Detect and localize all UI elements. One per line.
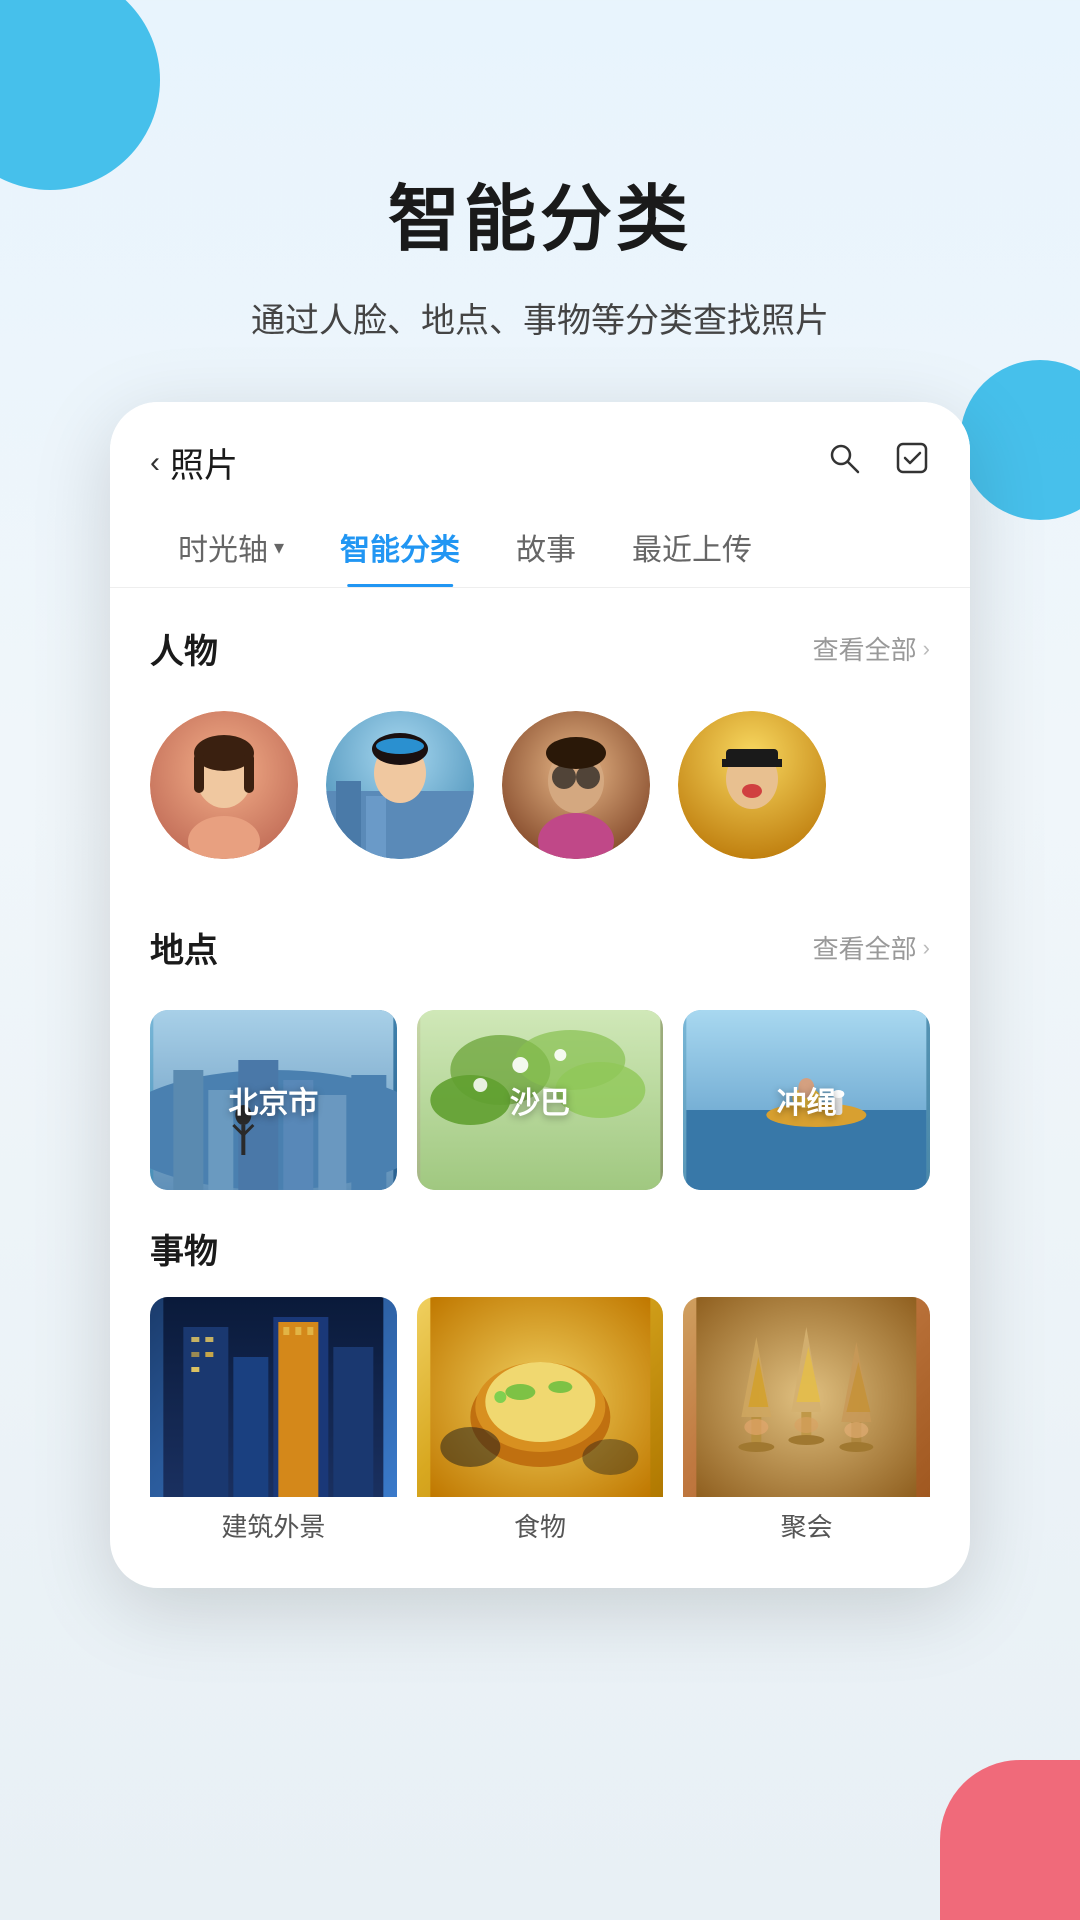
header-area: 智能分类 通过人脸、地点、事物等分类查找照片 <box>0 0 1080 402</box>
tab-smart-classify-label: 智能分类 <box>340 534 460 567</box>
tab-story[interactable]: 故事 <box>488 507 604 587</box>
place-label-okinawa: 冲绳 <box>777 1078 837 1122</box>
place-label-shaba: 沙巴 <box>510 1078 570 1122</box>
places-section-title: 地点 <box>150 923 218 972</box>
phone-mockup: ‹ 照片 时光轴 ▾ <box>110 402 970 1588</box>
app-bar-title: 照片 <box>170 438 238 487</box>
bg-decoration-coral-bottom <box>940 1760 1080 1920</box>
tabs-bar: 时光轴 ▾ 智能分类 故事 最近上传 <box>110 507 970 588</box>
things-grid: 建筑外景 <box>110 1297 970 1548</box>
tab-story-label: 故事 <box>516 534 576 567</box>
tab-recent-upload[interactable]: 最近上传 <box>604 507 780 587</box>
people-section-title: 人物 <box>150 624 218 673</box>
people-avatars-row <box>110 711 970 887</box>
avatar-1[interactable] <box>150 711 298 859</box>
back-chevron-icon: ‹ <box>150 446 160 480</box>
app-bar-actions <box>826 440 930 485</box>
people-view-all-label: 查看全部 <box>813 630 917 667</box>
thing-card-architecture-img <box>150 1297 397 1497</box>
people-section-title-row: 人物 查看全部 › <box>150 624 930 673</box>
places-grid: 北京市 沙巴 <box>110 1010 970 1200</box>
tab-timeline-label: 时光轴 <box>178 525 268 569</box>
avatar-4[interactable] <box>678 711 826 859</box>
things-section: 事物 <box>110 1200 970 1273</box>
app-bar: ‹ 照片 <box>110 402 970 507</box>
thing-label-gathering: 聚会 <box>683 1497 930 1548</box>
thing-card-gathering-img <box>683 1297 930 1497</box>
place-card-okinawa[interactable]: 冲绳 <box>683 1010 930 1190</box>
thing-label-architecture: 建筑外景 <box>150 1497 397 1548</box>
tab-timeline[interactable]: 时光轴 ▾ <box>150 507 312 587</box>
avatar-3[interactable] <box>502 711 650 859</box>
check-square-icon[interactable] <box>894 440 930 485</box>
tab-smart-classify[interactable]: 智能分类 <box>312 507 488 587</box>
place-card-beijing[interactable]: 北京市 <box>150 1010 397 1190</box>
tab-timeline-arrow: ▾ <box>274 535 284 560</box>
thing-card-food[interactable]: 食物 <box>417 1297 664 1548</box>
thing-card-architecture[interactable]: 建筑外景 <box>150 1297 397 1548</box>
tab-recent-upload-label: 最近上传 <box>632 534 752 567</box>
places-section-header: 地点 查看全部 › <box>110 887 970 1010</box>
avatar-circle-2 <box>326 711 474 859</box>
places-view-all-button[interactable]: 查看全部 › <box>813 929 930 966</box>
place-card-shaba[interactable]: 沙巴 <box>417 1010 664 1190</box>
people-view-all-button[interactable]: 查看全部 › <box>813 630 930 667</box>
thing-card-food-img <box>417 1297 664 1497</box>
avatar-circle-1 <box>150 711 298 859</box>
people-section-header: 人物 查看全部 › <box>110 588 970 711</box>
places-section-title-row: 地点 查看全部 › <box>150 923 930 972</box>
thing-card-gathering[interactable]: 聚会 <box>683 1297 930 1548</box>
avatar-circle-3 <box>502 711 650 859</box>
tab-timeline-dropdown: 时光轴 ▾ <box>178 525 284 569</box>
main-title: 智能分类 <box>0 160 1080 265</box>
place-label-beijing: 北京市 <box>228 1078 318 1122</box>
places-view-all-label: 查看全部 <box>813 929 917 966</box>
people-view-all-chevron-icon: › <box>923 636 930 662</box>
back-button[interactable]: ‹ 照片 <box>150 438 238 487</box>
places-view-all-chevron-icon: › <box>923 935 930 961</box>
avatar-circle-4 <box>678 711 826 859</box>
search-icon[interactable] <box>826 440 862 485</box>
sub-title: 通过人脸、地点、事物等分类查找照片 <box>0 293 1080 342</box>
thing-label-food: 食物 <box>417 1497 664 1548</box>
things-section-title: 事物 <box>150 1224 930 1273</box>
avatar-2[interactable] <box>326 711 474 859</box>
